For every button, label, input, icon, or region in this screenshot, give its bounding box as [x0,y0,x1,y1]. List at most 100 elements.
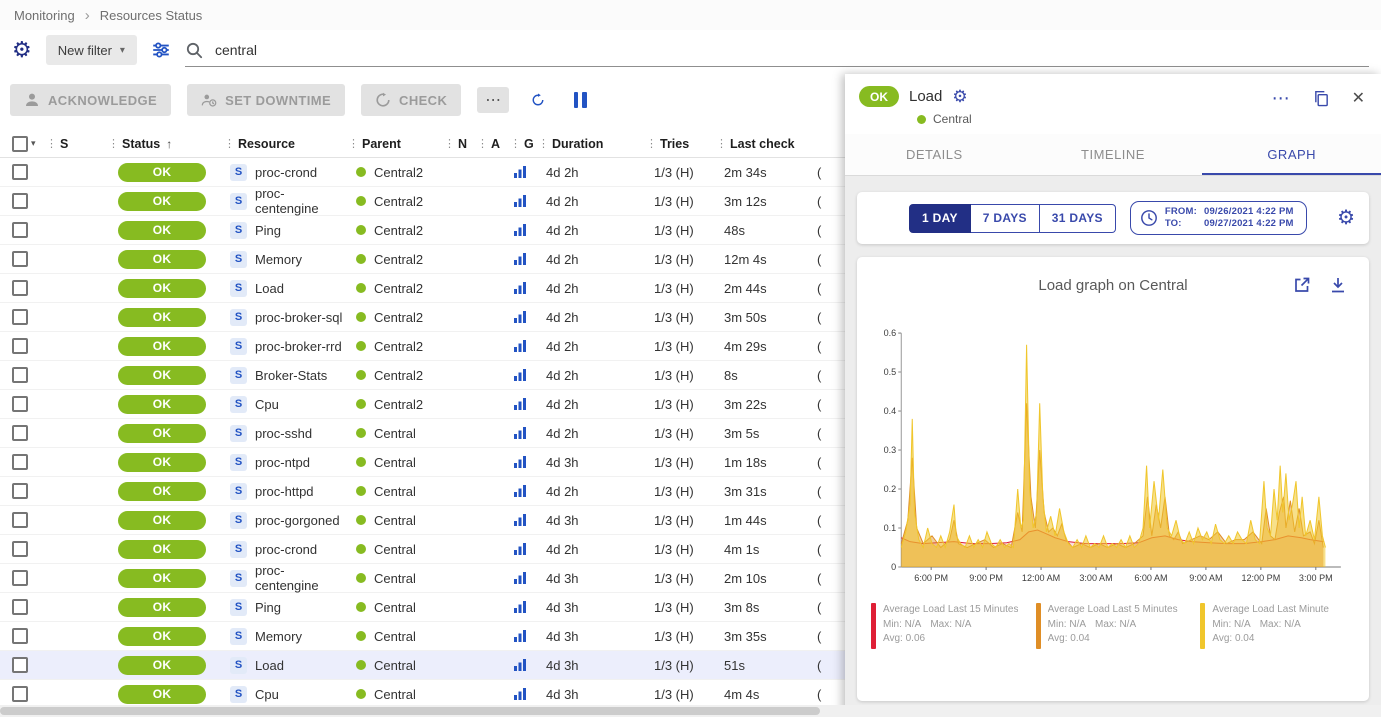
table-row[interactable]: OK S proc-ntpd Central 4d 3h 1/3 (H) 1m … [0,448,845,477]
row-checkbox[interactable] [12,599,28,615]
column-drag-icon[interactable]: ⋮ [477,137,488,150]
select-all-checkbox[interactable] [12,136,28,152]
close-icon[interactable]: ✕ [1352,88,1365,108]
parent-name[interactable]: Central2 [374,165,423,180]
table-row[interactable]: OK S Ping Central2 4d 2h 1/3 (H) 48s ( [0,216,845,245]
row-checkbox[interactable] [12,164,28,180]
graph-icon[interactable] [513,484,527,498]
column-drag-icon[interactable]: ⋮ [348,137,359,150]
tab-graph[interactable]: GRAPH [1202,134,1381,175]
parent-name[interactable]: Central2 [374,281,423,296]
table-row[interactable]: OK S Broker-Stats Central2 4d 2h 1/3 (H)… [0,361,845,390]
column-drag-icon[interactable]: ⋮ [646,137,657,150]
table-row[interactable]: OK S proc-crond Central 4d 2h 1/3 (H) 4m… [0,535,845,564]
tab-details[interactable]: DETAILS [845,134,1024,175]
resource-name[interactable]: Load [255,658,284,673]
scrollbar-thumb[interactable] [0,707,820,715]
graph-icon[interactable] [513,165,527,179]
table-row[interactable]: OK S Memory Central2 4d 2h 1/3 (H) 12m 4… [0,245,845,274]
row-checkbox[interactable] [12,628,28,644]
column-header-resource[interactable]: Resource [238,137,295,151]
row-checkbox[interactable] [12,425,28,441]
row-checkbox[interactable] [12,512,28,528]
copy-icon[interactable] [1313,90,1330,107]
graph-settings-gear-icon[interactable]: ⚙ [1337,208,1355,228]
column-header-parent[interactable]: Parent [362,137,401,151]
table-row[interactable]: OK S proc-gorgoned Central 4d 3h 1/3 (H)… [0,506,845,535]
breadcrumb-item-resources-status[interactable]: Resources Status [100,8,203,23]
column-drag-icon[interactable]: ⋮ [108,137,119,150]
select-menu-caret-icon[interactable]: ▾ [31,138,36,149]
column-header-status[interactable]: Status [122,137,160,151]
acknowledge-button[interactable]: ACKNOWLEDGE [10,84,171,116]
panel-more-actions-icon[interactable]: ⋯ [1272,89,1291,107]
parent-name[interactable]: Central2 [374,310,423,325]
graph-icon[interactable] [513,281,527,295]
table-row[interactable]: OK S proc-httpd Central 4d 2h 1/3 (H) 3m… [0,477,845,506]
row-checkbox[interactable] [12,367,28,383]
row-checkbox[interactable] [12,222,28,238]
column-drag-icon[interactable]: ⋮ [716,137,727,150]
search-input[interactable] [213,41,1369,59]
resource-name[interactable]: Broker-Stats [255,368,327,383]
resource-name[interactable]: Cpu [255,397,279,412]
open-in-new-icon[interactable] [1293,276,1311,294]
row-checkbox[interactable] [12,309,28,325]
range-7-days-button[interactable]: 7 DAYS [971,204,1040,233]
parent-name[interactable]: Central [374,629,416,644]
graph-icon[interactable] [513,658,527,672]
row-checkbox[interactable] [12,251,28,267]
column-header-notes[interactable]: N [458,137,467,151]
resource-name[interactable]: proc-gorgoned [255,513,340,528]
resource-name[interactable]: Ping [255,600,281,615]
table-row[interactable]: OK S Load Central2 4d 2h 1/3 (H) 2m 44s … [0,274,845,303]
parent-name[interactable]: Central2 [374,397,423,412]
resource-name[interactable]: Memory [255,252,302,267]
column-drag-icon[interactable]: ⋮ [538,137,549,150]
range-31-days-button[interactable]: 31 DAYS [1040,204,1116,233]
row-checkbox[interactable] [12,193,28,209]
resource-name[interactable]: proc-ntpd [255,455,310,470]
resource-name[interactable]: proc-broker-sql [255,310,342,325]
graph-icon[interactable] [513,310,527,324]
resource-name[interactable]: proc-centengine [255,186,344,216]
panel-parent-name[interactable]: Central [933,112,972,126]
resource-name[interactable]: proc-crond [255,542,317,557]
parent-name[interactable]: Central [374,542,416,557]
column-drag-icon[interactable]: ⋮ [224,137,235,150]
table-row[interactable]: OK S proc-broker-sql Central2 4d 2h 1/3 … [0,303,845,332]
parent-name[interactable]: Central [374,687,416,702]
parent-name[interactable]: Central [374,571,416,586]
refresh-button[interactable] [525,87,551,113]
resource-name[interactable]: Memory [255,629,302,644]
resource-name[interactable]: proc-sshd [255,426,312,441]
filter-options-icon[interactable] [151,40,171,60]
table-row[interactable]: OK S Memory Central 4d 3h 1/3 (H) 3m 35s… [0,622,845,651]
parent-name[interactable]: Central2 [374,368,423,383]
graph-icon[interactable] [513,339,527,353]
parent-name[interactable]: Central [374,513,416,528]
sort-asc-icon[interactable]: ↑ [166,137,172,151]
column-drag-icon[interactable]: ⋮ [46,137,57,150]
graph-icon[interactable] [513,455,527,469]
resource-name[interactable]: Ping [255,223,281,238]
row-checkbox[interactable] [12,541,28,557]
legend-item[interactable]: Average Load Last Minute Min: N/AMax: N/… [1200,603,1355,649]
parent-name[interactable]: Central [374,455,416,470]
column-header-tries[interactable]: Tries [660,137,689,151]
graph-icon[interactable] [513,513,527,527]
resource-name[interactable]: proc-httpd [255,484,314,499]
load-chart-svg[interactable]: 00.10.20.30.40.50.66:00 PM9:00 PM12:00 A… [871,325,1355,593]
column-drag-icon[interactable]: ⋮ [444,137,455,150]
graph-icon[interactable] [513,252,527,266]
graph-icon[interactable] [513,426,527,440]
column-header-severity[interactable]: S [60,137,68,151]
row-checkbox[interactable] [12,338,28,354]
parent-name[interactable]: Central2 [374,223,423,238]
search-field[interactable] [185,33,1369,67]
resource-name[interactable]: proc-centengine [255,563,344,593]
table-row[interactable]: OK S Cpu Central2 4d 2h 1/3 (H) 3m 22s ( [0,390,845,419]
graph-icon[interactable] [513,397,527,411]
graph-icon[interactable] [513,194,527,208]
row-checkbox[interactable] [12,454,28,470]
